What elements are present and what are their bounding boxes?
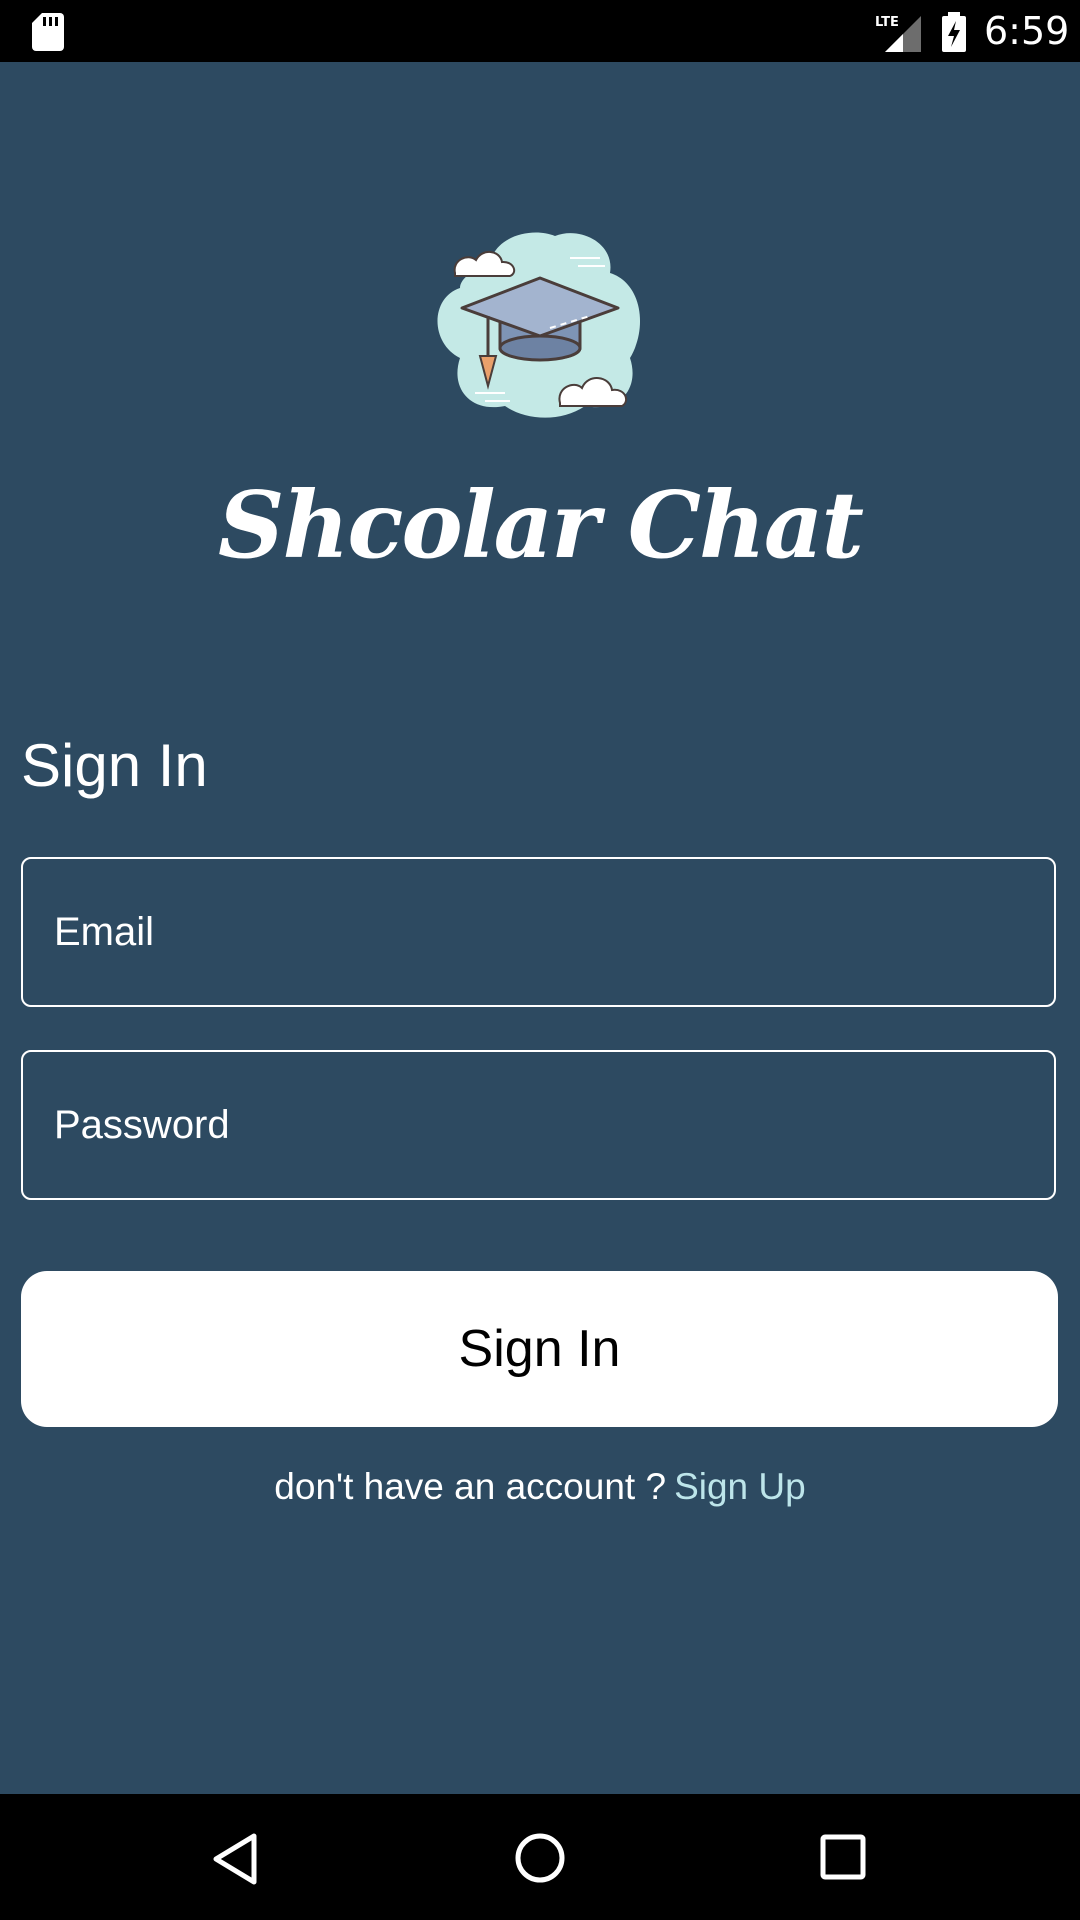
password-field-container [21, 1050, 1056, 1200]
password-field[interactable] [23, 1052, 1054, 1198]
battery-charging-icon [942, 12, 966, 52]
sign-in-button[interactable]: Sign In [21, 1271, 1058, 1427]
email-field-container [21, 857, 1056, 1007]
recents-icon[interactable] [820, 1834, 866, 1880]
graduation-cap-cloud-icon [437, 232, 641, 418]
app-title: Shcolar Chat [218, 471, 864, 579]
sign-in-heading: Sign In [21, 732, 208, 799]
status-time: 6:59 [984, 9, 1070, 53]
signup-prompt: don't have an account ? [274, 1466, 667, 1507]
home-icon[interactable] [514, 1832, 566, 1884]
sd-card-icon [32, 13, 64, 51]
svg-text:LTE: LTE [875, 15, 899, 30]
sign-up-link[interactable]: Sign Up [674, 1466, 806, 1507]
back-icon[interactable] [210, 1832, 260, 1886]
lte-signal-icon: LTE [875, 15, 921, 52]
signup-prompt-line: don't have an account ? Sign Up [0, 1462, 1080, 1512]
email-field[interactable] [23, 859, 1054, 1005]
status-bar: LTE 6:59 [0, 0, 1080, 62]
